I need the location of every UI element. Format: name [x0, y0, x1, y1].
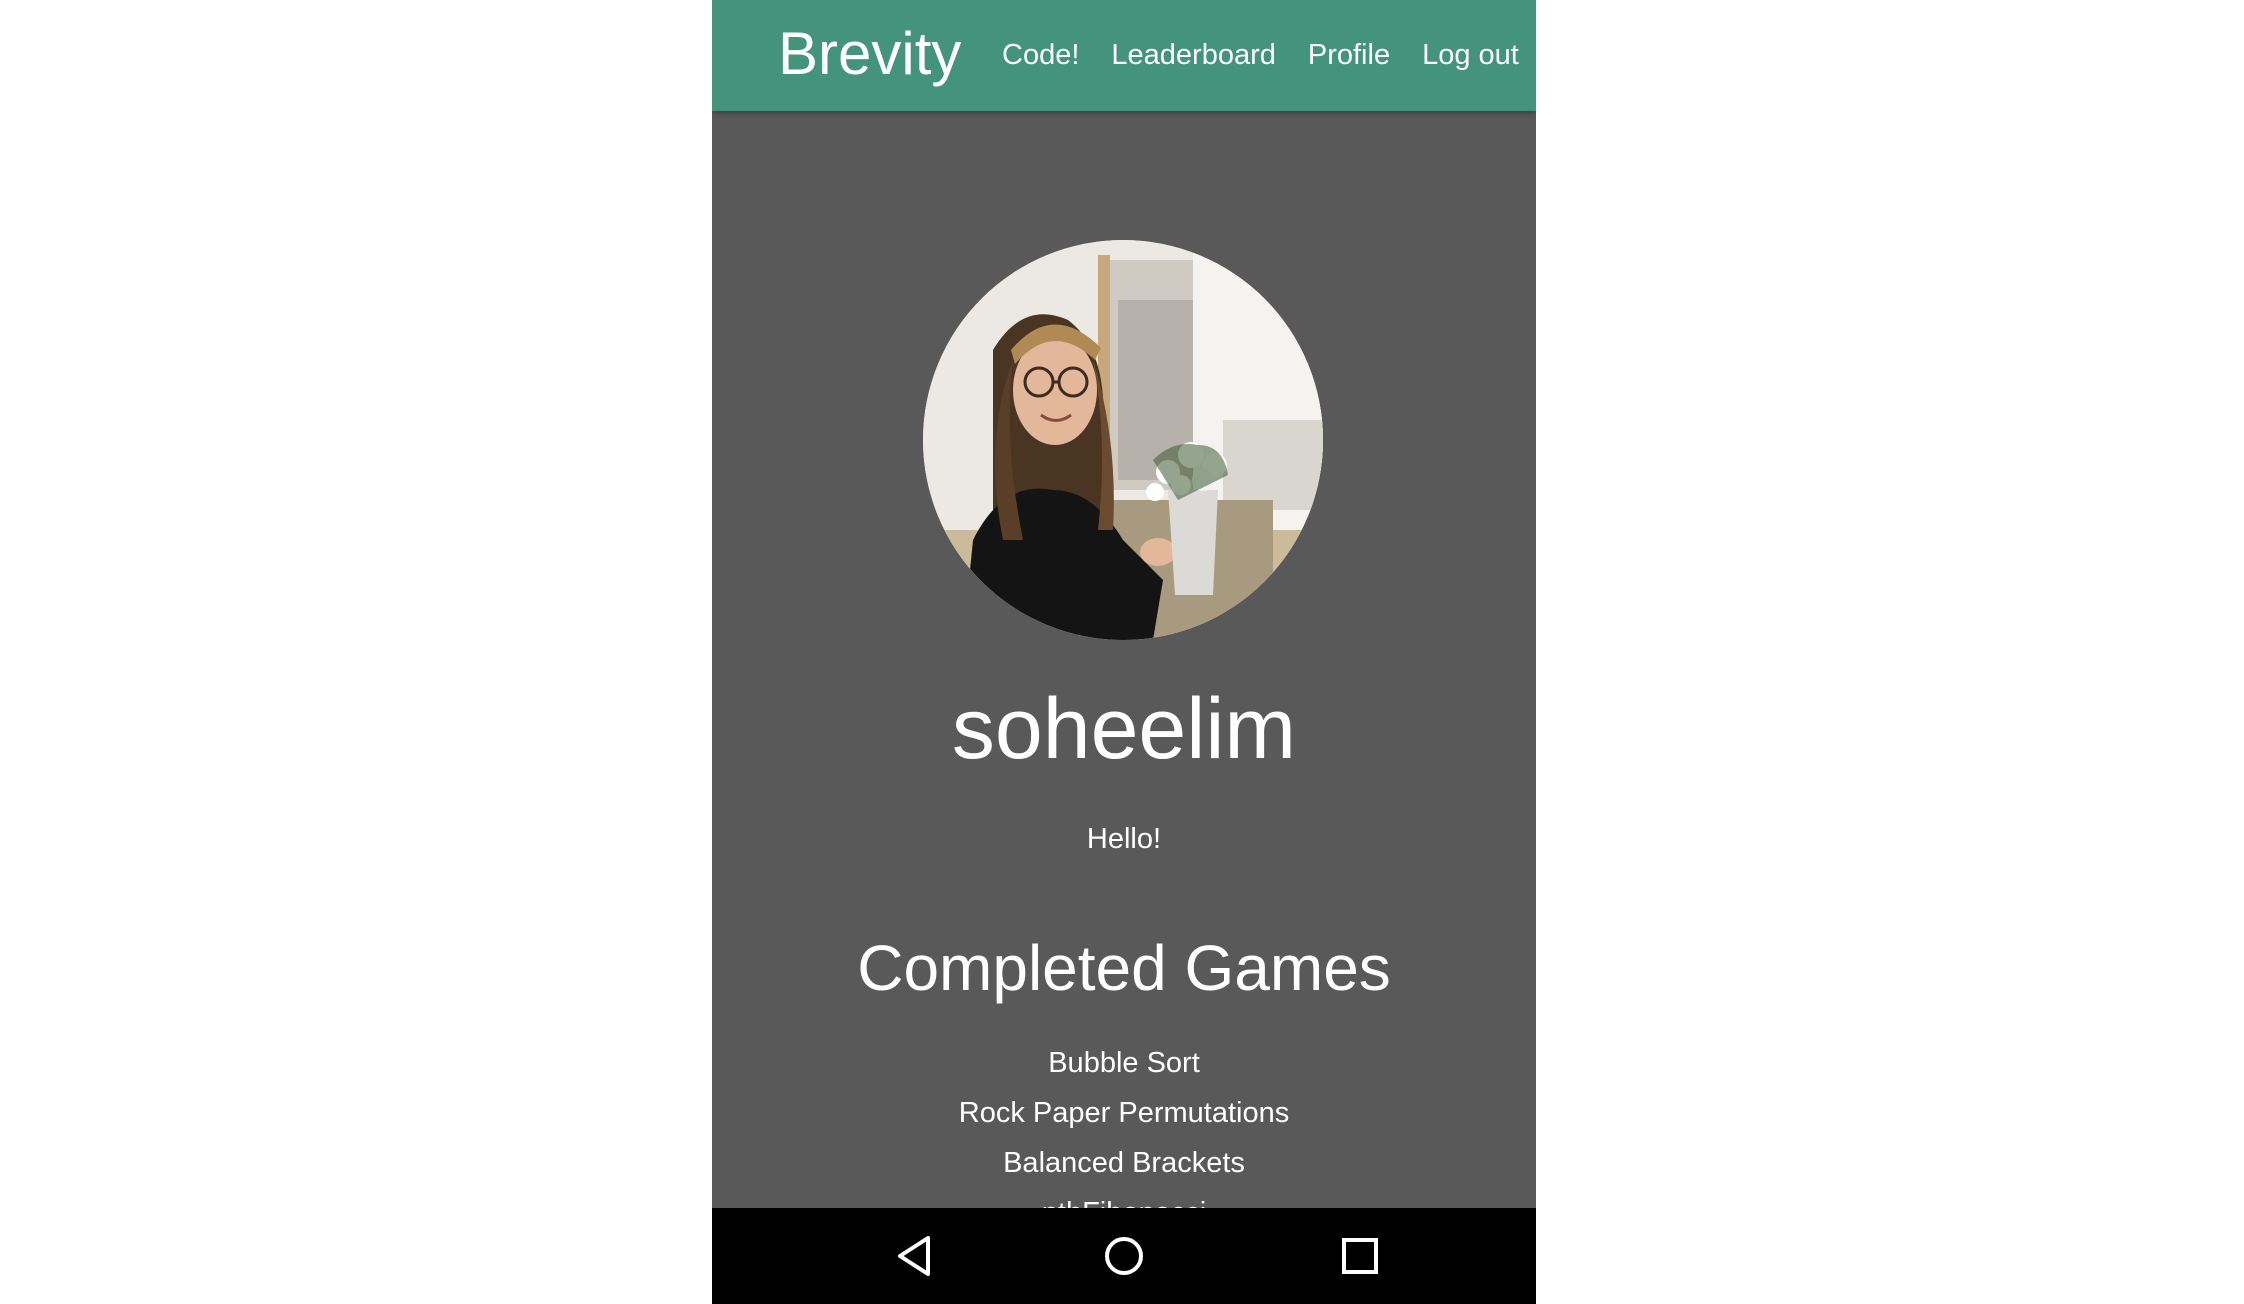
home-circle-icon[interactable] — [1096, 1228, 1152, 1284]
recents-square-icon[interactable] — [1332, 1228, 1388, 1284]
brand-logo[interactable]: Brevity — [778, 18, 961, 90]
nav-link-code[interactable]: Code! — [1002, 32, 1079, 78]
list-item: nthFibonacci — [712, 1188, 1536, 1208]
nav-link-logout[interactable]: Log out — [1422, 32, 1519, 78]
avatar — [923, 240, 1323, 640]
nav-link-profile[interactable]: Profile — [1308, 32, 1390, 78]
nav-links: Code! Leaderboard Profile Log out — [1002, 32, 1519, 78]
list-item: Bubble Sort — [1048, 1047, 1200, 1079]
list-item: Balanced Brackets — [1003, 1147, 1245, 1179]
back-triangle-icon[interactable] — [888, 1228, 944, 1284]
user-photo-icon — [923, 240, 1323, 640]
profile-bio: Hello! — [1086, 823, 1162, 855]
list-item: Rock Paper Permutations — [958, 1097, 1290, 1129]
completed-games-heading: Completed Games — [857, 932, 1391, 1004]
profile-username: soheelim — [951, 681, 1297, 777]
phone-screen: Brevity Code! Leaderboard Profile Log ou… — [712, 0, 1536, 1304]
system-navigation-bar — [712, 1208, 1536, 1304]
top-navbar: Brevity Code! Leaderboard Profile Log ou… — [712, 0, 1536, 111]
nav-link-leaderboard[interactable]: Leaderboard — [1111, 32, 1275, 78]
completed-games-list: Bubble Sort Rock Paper Permutations Bala… — [712, 1038, 1536, 1208]
profile-content[interactable]: soheelim Hello! Completed Games Bubble S… — [712, 111, 1536, 1208]
